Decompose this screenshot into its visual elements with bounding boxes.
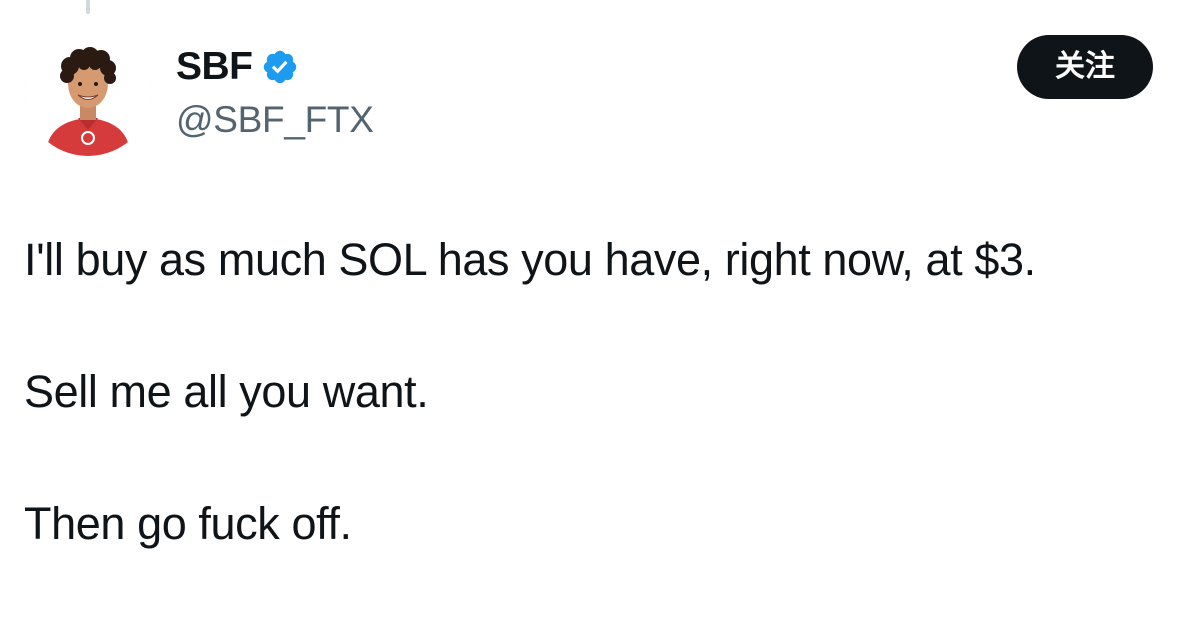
author-display-name[interactable]: SBF <box>176 44 253 90</box>
verified-badge-icon[interactable] <box>261 48 299 86</box>
author-handle[interactable]: @SBF_FTX <box>176 98 374 142</box>
thread-connector-line <box>86 0 90 14</box>
tweet-text: I'll buy as much SOL has you have, right… <box>24 225 1174 559</box>
author-name-row: SBF <box>176 44 299 90</box>
avatar[interactable] <box>24 28 152 156</box>
tweet-text-line: I'll buy as much SOL has you have, right… <box>24 234 1036 285</box>
tweet-text-line: Sell me all you want. <box>24 366 429 417</box>
tweet-text-line: Then go fuck off. <box>24 498 352 549</box>
avatar-illustration-icon <box>24 28 152 156</box>
follow-button[interactable]: 关注 <box>1017 35 1153 99</box>
